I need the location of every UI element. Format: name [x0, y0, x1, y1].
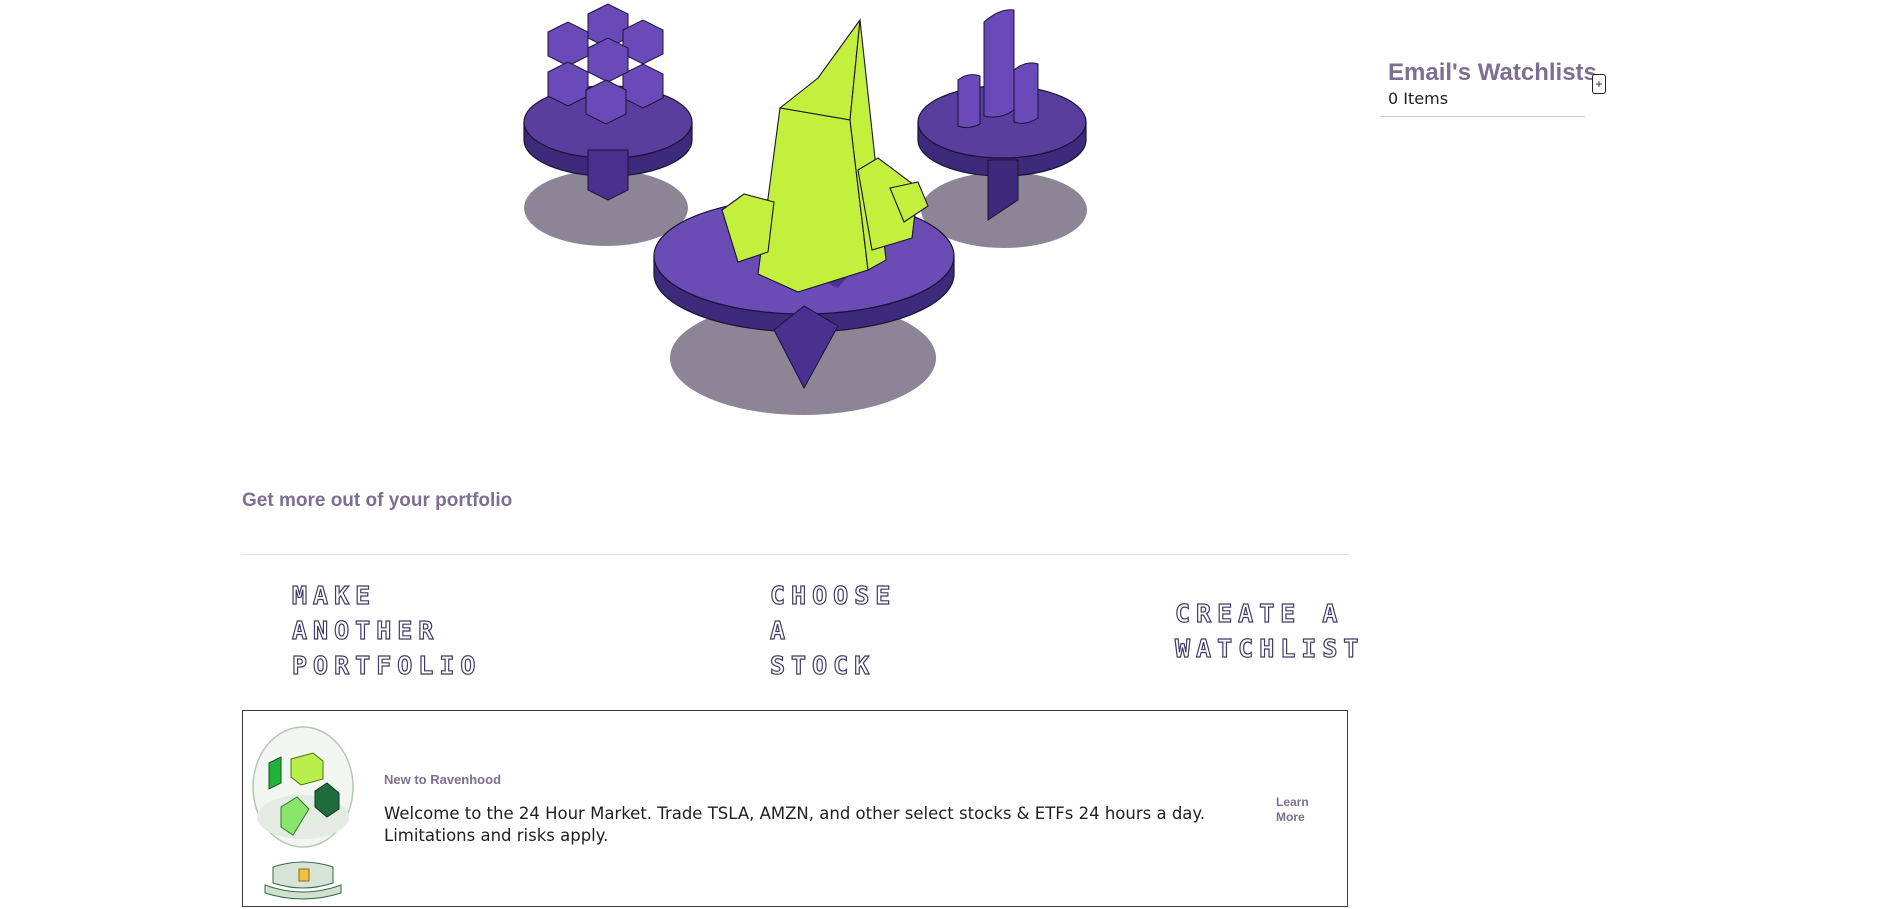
learn-more-link[interactable]: Learn More — [1276, 795, 1326, 825]
news-eyebrow: New to Ravenhood — [384, 772, 502, 787]
plus-icon: + — [1595, 76, 1603, 91]
section-divider — [242, 554, 1349, 555]
hero-illustration — [523, 3, 1087, 415]
watchlists-divider — [1380, 116, 1585, 117]
choose-a-stock-button[interactable]: CHOOSE A STOCK — [769, 578, 896, 683]
watchlists-count: 0 Items — [1388, 89, 1449, 108]
portfolio-tagline: Get more out of your portfolio — [242, 490, 513, 511]
snow-globe-icon — [252, 726, 354, 900]
create-a-watchlist-button[interactable]: CREATE A WATCHLIST — [1174, 596, 1364, 666]
watchlists-panel: Email's Watchlists 0 Items — [1380, 58, 1597, 117]
watchlists-title: Email's Watchlists — [1388, 59, 1597, 86]
make-another-portfolio-button[interactable]: MAKE ANOTHER PORTFOLIO — [291, 578, 481, 683]
cube-pedestal-icon — [523, 3, 693, 201]
add-watchlist-button[interactable]: + — [1592, 74, 1606, 94]
news-card: New to Ravenhood Welcome to the 24 Hour … — [242, 710, 1348, 907]
news-body: Welcome to the 24 Hour Market. Trade TSL… — [384, 804, 1206, 845]
